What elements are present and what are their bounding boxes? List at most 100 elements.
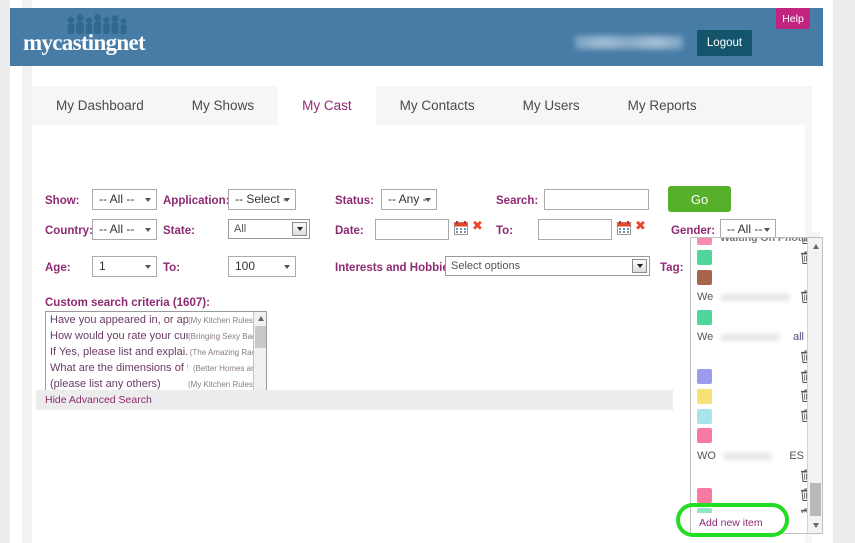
clear-date-to-icon[interactable]: ✖ [635,220,646,233]
tag-option[interactable] [691,268,822,288]
tag-option[interactable] [691,386,822,406]
tag-option[interactable] [691,347,822,367]
criteria-question: If Yes, please list and explai... [50,346,188,358]
tag-option[interactable]: WO xxxxxxxxx ES [691,446,822,466]
scroll-down-icon[interactable] [808,518,822,532]
country-select[interactable]: -- All -- [92,219,157,240]
tag-option-label: We [697,330,714,343]
tag-option[interactable] [691,367,822,387]
tag-option-label-tail: ES [789,449,804,462]
age-to-select[interactable]: 100 [228,256,296,277]
date-to-input[interactable] [538,219,612,240]
criteria-question: What are the dimensions of t... [50,362,188,374]
age-to-label: To: [163,262,181,274]
criteria-question: Have you appeared in, or app... [50,314,188,326]
clear-date-from-icon[interactable]: ✖ [472,220,483,233]
criteria-source: (My Kitchen Rules Series [188,379,262,389]
tag-option[interactable] [691,307,822,327]
page-left-gutter [0,0,10,543]
tag-option[interactable] [691,466,822,486]
tab-my-reports[interactable]: My Reports [604,86,721,125]
state-select[interactable]: All [228,219,310,239]
show-select[interactable]: -- All -- [92,189,157,210]
tab-my-shows[interactable]: My Shows [168,86,278,125]
color-swatch [697,428,712,444]
page-inner-gutter [22,0,32,543]
go-button[interactable]: Go [668,186,731,212]
site-logo[interactable]: mycastingnet [23,14,173,64]
date-to-label: To: [496,225,514,237]
tag-option-label: WO [697,449,716,462]
tab-my-cast[interactable]: My Cast [278,86,376,125]
interests-value: Select options [451,260,521,272]
tag-option[interactable] [691,406,822,426]
tab-my-users[interactable]: My Users [499,86,604,125]
hide-advanced-search-link[interactable]: Hide Advanced Search [45,394,152,406]
age-from-value: 1 [99,259,106,273]
date-label: Date: [335,225,364,237]
interests-multiselect[interactable]: Select options [445,256,650,276]
criteria-source: (Bringing Sexy Back) [188,331,262,341]
color-swatch [697,250,712,266]
tag-option[interactable] [691,485,822,505]
tag-option-label: We [697,291,714,304]
tag-option[interactable] [691,426,822,446]
scroll-up-icon[interactable] [254,312,266,325]
chevron-down-icon [284,197,290,202]
site-header: mycastingnet Logout Help [10,8,823,66]
status-label: Status: [335,195,374,207]
search-label: Search: [496,195,539,207]
show-select-value: -- All -- [99,192,135,206]
logged-in-user-name [575,36,683,49]
state-select-value: All [234,223,247,235]
logo-wordmark: mycastingnet [23,30,146,55]
list-item[interactable]: Have you appeared in, or app... (My Kitc… [46,312,266,328]
age-from-select[interactable]: 1 [92,256,157,277]
scroll-up-icon[interactable] [808,239,822,253]
state-label: State: [163,225,195,237]
app-window: mycastingnet Logout Help My Dashboard My… [0,0,855,543]
tab-my-dashboard[interactable]: My Dashboard [32,86,168,125]
page-right-gutter [833,0,855,543]
tag-option[interactable]: Waiting On Photos [691,238,822,248]
scrollbar-thumb[interactable] [255,326,266,348]
criteria-source: (Better Homes and [192,363,260,373]
hide-advanced-search-bar: Hide Advanced Search [36,390,673,410]
scrollbar-thumb[interactable] [810,483,821,516]
criteria-source: (My Kitchen Rules Series [188,315,262,325]
list-item[interactable]: What are the dimensions of t... (Better … [46,360,266,376]
list-item[interactable]: If Yes, please list and explai... (The A… [46,344,266,360]
gender-select-value: -- All -- [727,222,763,236]
chevron-down-icon[interactable] [632,259,647,273]
chevron-down-icon[interactable] [292,222,307,236]
date-from-input[interactable] [375,219,449,240]
tag-dropdown-popup[interactable]: Waiting On Photos We xxxxxxxxxxxxx We xx… [690,237,823,534]
application-select[interactable]: -- Select - [228,189,296,210]
color-swatch [697,238,712,246]
show-label: Show: [45,195,80,207]
tag-dropdown-scrollbar[interactable] [807,238,822,533]
chevron-down-icon [425,197,431,202]
add-new-item-link[interactable]: Add new item [699,517,763,529]
tag-option[interactable]: We xxxxxxxxxxxxx [691,287,822,307]
tag-option[interactable]: We xxxxxxxxxxx all [691,327,822,347]
add-new-item-row[interactable]: Add new item [691,513,809,533]
search-input[interactable] [544,189,649,210]
interests-label: Interests and Hobbies: [335,262,459,274]
list-item[interactable]: How would you rate your curr... (Bringin… [46,328,266,344]
calendar-icon[interactable] [617,221,631,235]
age-label: Age: [45,262,71,274]
tag-option[interactable] [691,248,822,268]
help-button[interactable]: Help [776,8,810,29]
chevron-down-icon [145,264,151,269]
status-select[interactable]: -- Any - [381,189,437,210]
tab-my-contacts[interactable]: My Contacts [376,86,499,125]
color-swatch [697,408,712,424]
chevron-down-icon [764,227,770,232]
custom-criteria-title: Custom search criteria (1607): [45,297,210,309]
criteria-source: (The Amazing Race [189,347,260,357]
chevron-down-icon [145,197,151,202]
logout-button[interactable]: Logout [697,30,752,56]
main-tabs: My Dashboard My Shows My Cast My Contact… [32,86,812,125]
calendar-icon[interactable] [454,221,468,235]
